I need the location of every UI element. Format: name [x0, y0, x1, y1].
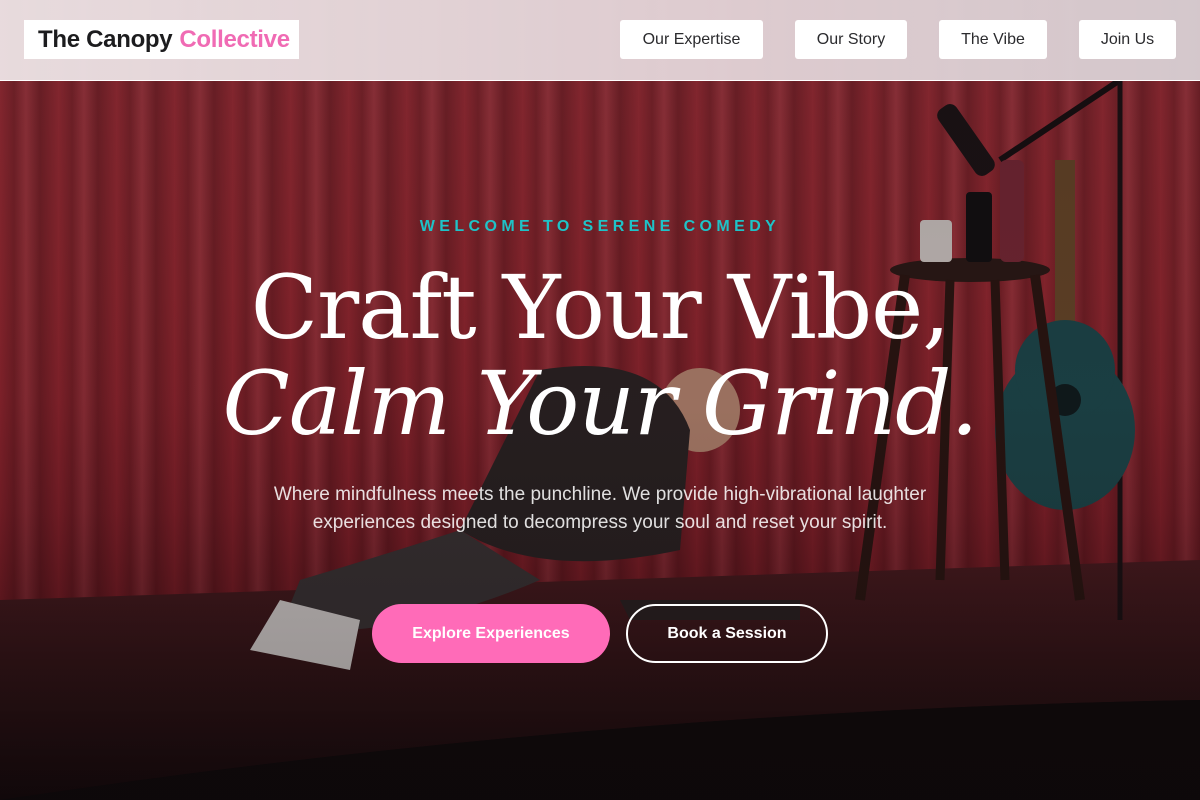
- hero-eyebrow: WELCOME TO SERENE COMEDY: [419, 218, 781, 235]
- book-session-button[interactable]: Book a Session: [626, 604, 828, 663]
- nav-our-story[interactable]: Our Story: [795, 20, 907, 59]
- nav-the-vibe[interactable]: The Vibe: [939, 20, 1047, 59]
- explore-experiences-button[interactable]: Explore Experiences: [372, 604, 610, 663]
- nav-our-expertise[interactable]: Our Expertise: [620, 20, 763, 59]
- hero-description: Where mindfulness meets the punchline. W…: [273, 484, 927, 533]
- logo-text-accent: Collective: [179, 25, 290, 53]
- site-header: The Canopy Collective Our Expertise Our …: [0, 0, 1200, 81]
- hero-headline-line2: Calm Your Grind.: [222, 352, 979, 455]
- hero-headline-line1: Craft Your Vibe,: [250, 256, 950, 359]
- nav-join-us[interactable]: Join Us: [1079, 20, 1176, 59]
- site-logo[interactable]: The Canopy Collective: [24, 20, 299, 59]
- logo-text-primary: The Canopy: [38, 25, 173, 53]
